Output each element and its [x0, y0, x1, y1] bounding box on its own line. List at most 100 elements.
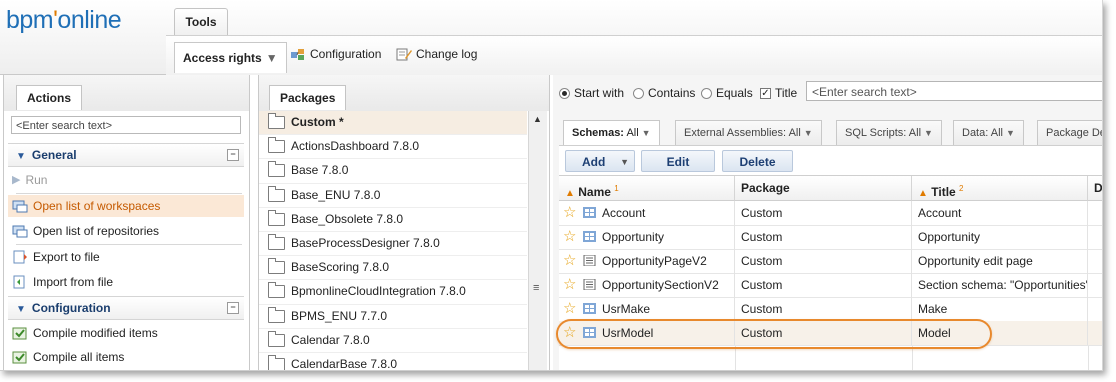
star-icon[interactable]: ☆: [563, 225, 576, 248]
object-icon: [583, 327, 596, 338]
table-row[interactable]: ☆ OpportunitySectionV2 Custom Section sch…: [559, 273, 1102, 298]
package-label: CalendarBase 7.8.0: [291, 356, 398, 371]
folder-icon: [268, 282, 285, 299]
tab-sql-scripts[interactable]: SQL Scripts: All ▼: [836, 120, 942, 145]
divider: [16, 193, 242, 194]
column-header-name[interactable]: ▲ Name 1: [559, 176, 735, 201]
change-log-button[interactable]: Change log: [396, 47, 477, 61]
radio-contains-label: Contains: [648, 86, 696, 100]
add-button[interactable]: Add ▼: [565, 150, 635, 172]
collapse-icon[interactable]: −: [227, 302, 239, 314]
package-item[interactable]: Base_Obsolete 7.8.0: [259, 208, 527, 232]
schemas-grid: ▲ Name 1 Package ▲ Title 2 D ☆ Account Cu…: [559, 175, 1102, 370]
tab-schemas-value: All: [626, 127, 639, 139]
action-run-label: Run: [25, 173, 48, 187]
star-icon[interactable]: ☆: [563, 321, 576, 344]
delete-button[interactable]: Delete: [722, 150, 793, 172]
radio-start-with[interactable]: Start with: [559, 86, 624, 100]
action-run[interactable]: ▶ Run: [12, 169, 240, 191]
table-row[interactable]: ☆ UsrMake Custom Make: [559, 297, 1102, 322]
package-item[interactable]: Base 7.8.0: [259, 159, 527, 184]
action-export-to-file[interactable]: Export to file: [12, 246, 240, 268]
add-label: Add: [582, 155, 606, 169]
row-name: Account: [602, 206, 646, 220]
group-general[interactable]: ▼ General −: [8, 143, 244, 167]
column-divider: [735, 346, 736, 370]
action-compile-all[interactable]: Compile all items: [12, 346, 240, 368]
action-compile-modified[interactable]: Compile modified items: [12, 322, 240, 344]
package-label: Calendar 7.8.0: [291, 332, 370, 347]
change-log-label: Change log: [416, 47, 478, 61]
filter-bar: Start with Contains Equals ✓ Title <Enter…: [553, 75, 1102, 109]
column-header-title[interactable]: ▲ Title 2: [912, 176, 1088, 201]
star-icon[interactable]: ☆: [563, 249, 576, 272]
tab-data[interactable]: Data: All ▼: [953, 120, 1024, 145]
bpmonline-logo[interactable]: bpm'online: [6, 6, 122, 35]
tab-actions[interactable]: Actions: [16, 85, 83, 110]
tab-package-dependencies[interactable]: Package Dep: [1037, 120, 1102, 145]
action-open-workspaces[interactable]: Open list of workspaces: [8, 195, 244, 217]
star-icon[interactable]: ☆: [563, 297, 576, 320]
tab-label: SQL Scripts:: [845, 127, 907, 139]
tab-external-assemblies[interactable]: External Assemblies: All ▼: [675, 120, 822, 145]
row-package: Custom: [735, 249, 912, 273]
sort-order-badge: 1: [614, 184, 619, 193]
action-open-repositories[interactable]: Open list of repositories: [12, 220, 240, 242]
configuration-button[interactable]: Configuration: [290, 47, 381, 61]
action-compile-modified-label: Compile modified items: [33, 326, 158, 340]
package-item[interactable]: BpmonlineCloudIntegration 7.8.0: [259, 280, 527, 305]
action-import-from-file[interactable]: Import from file: [12, 271, 240, 293]
package-label: Base_ENU 7.8.0: [291, 187, 381, 202]
access-rights-button[interactable]: Access rights ▼: [174, 42, 287, 73]
table-row[interactable]: ☆ Account Custom Account: [559, 201, 1102, 226]
sort-asc-icon: ▲: [565, 188, 575, 199]
table-row[interactable]: ☆ OpportunityPageV2 Custom Opportunity ed…: [559, 249, 1102, 274]
chevron-down-icon: ▼: [803, 128, 813, 138]
column-header-extra[interactable]: D: [1088, 176, 1102, 201]
table-row-selected[interactable]: ☆ UsrModel Custom Model: [559, 321, 1102, 346]
schema-search-input[interactable]: <Enter search text>: [806, 81, 1102, 101]
checkbox-title[interactable]: ✓ Title: [760, 86, 797, 100]
packages-panel: Packages Custom * ActionsDashboard 7.8.0…: [258, 75, 550, 370]
package-label: Base_Obsolete 7.8.0: [291, 211, 404, 226]
tab-schemas[interactable]: Schemas: All ▼: [563, 120, 660, 145]
tab-label: Data:: [962, 127, 989, 139]
package-item[interactable]: Base_ENU 7.8.0: [259, 184, 527, 208]
configuration-label: Configuration: [310, 47, 382, 61]
row-title: Model: [912, 321, 1088, 345]
group-configuration[interactable]: ▼ Configuration −: [8, 296, 244, 320]
collapse-icon[interactable]: −: [227, 149, 239, 161]
edit-button[interactable]: Edit: [641, 150, 715, 172]
packages-scrollbar[interactable]: ▲ ≡: [528, 111, 547, 370]
package-item[interactable]: CalendarBase 7.8.0: [259, 353, 527, 371]
packages-panel-header: Packages: [259, 75, 549, 111]
scroll-up-icon[interactable]: ▲: [533, 114, 542, 124]
star-icon[interactable]: ☆: [563, 201, 576, 224]
action-import-from-file-label: Import from file: [33, 275, 114, 289]
package-item[interactable]: BaseScoring 7.8.0: [259, 256, 527, 281]
splitter-grip-icon[interactable]: ≡: [533, 283, 539, 294]
checkbox-title-label: Title: [775, 86, 798, 100]
package-item[interactable]: ActionsDashboard 7.8.0: [259, 135, 527, 160]
star-icon[interactable]: ☆: [563, 273, 576, 296]
row-name: UsrModel: [602, 326, 654, 340]
tab-packages[interactable]: Packages: [269, 85, 347, 110]
column-header-package[interactable]: Package: [735, 176, 912, 201]
package-item[interactable]: BPMS_ENU 7.7.0: [259, 305, 527, 329]
top-bar: bpm'online Tools Access rights ▼ Configur…: [0, 0, 1102, 75]
package-item[interactable]: BaseProcessDesigner 7.8.0: [259, 232, 527, 257]
package-item[interactable]: Custom *: [259, 111, 527, 136]
row-title: Make: [912, 297, 1088, 321]
radio-equals[interactable]: Equals: [701, 86, 753, 100]
table-row[interactable]: ☆ Opportunity Custom Opportunity: [559, 225, 1102, 250]
sort-asc-icon: ▲: [918, 188, 928, 199]
tab-value: All: [990, 127, 1003, 139]
folder-icon: [268, 234, 285, 251]
schemas-area: Start with Contains Equals ✓ Title <Enter…: [553, 75, 1102, 370]
actions-search-input[interactable]: <Enter search text>: [11, 116, 241, 134]
package-label: BaseProcessDesigner 7.8.0: [291, 236, 440, 251]
radio-contains[interactable]: Contains: [633, 86, 695, 100]
package-item[interactable]: Calendar 7.8.0: [259, 329, 527, 353]
tab-tools[interactable]: Tools: [174, 8, 228, 35]
row-name: OpportunityPageV2: [602, 254, 707, 268]
